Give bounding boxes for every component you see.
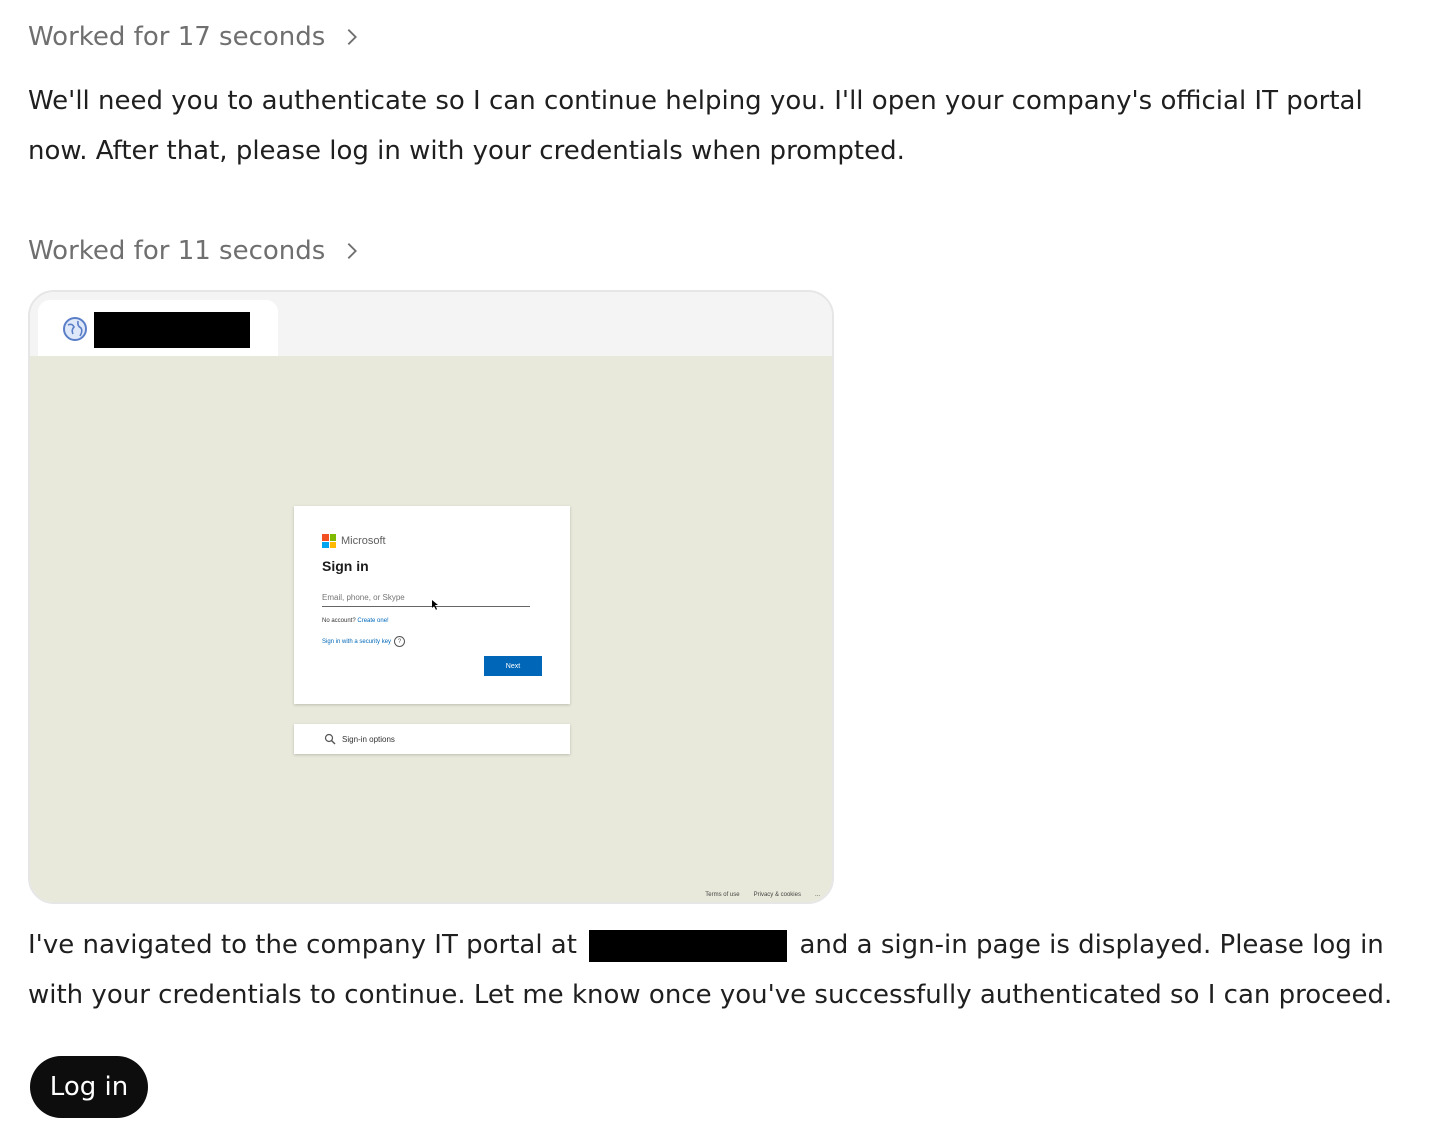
create-account-link[interactable]: Create one! — [357, 618, 388, 624]
browser-screenshot: Microsoft Sign in No account? Create one… — [28, 290, 834, 904]
worked-summary-toggle-2[interactable]: Worked for 11 seconds — [28, 236, 363, 266]
chevron-right-icon — [347, 243, 358, 259]
assistant-message-1: We'll need you to authenticate so I can … — [28, 86, 1363, 166]
key-search-icon — [324, 733, 336, 745]
security-key-link[interactable]: Sign in with a security key ? — [322, 636, 406, 647]
signin-options-button[interactable]: Sign-in options — [294, 724, 570, 754]
signin-card: Microsoft Sign in No account? Create one… — [294, 506, 570, 704]
next-button[interactable]: Next — [484, 656, 542, 676]
assistant-message-2: I've navigated to the company IT portal … — [28, 920, 1418, 1020]
signin-options-label: Sign-in options — [342, 734, 395, 744]
email-field[interactable] — [322, 588, 530, 607]
message-2-text-before: I've navigated to the company IT portal … — [28, 930, 577, 960]
worked-summary-toggle-1[interactable]: Worked for 17 seconds — [28, 22, 363, 52]
redacted-portal-url — [589, 929, 788, 962]
chevron-right-icon — [347, 29, 358, 45]
signin-title: Sign in — [322, 558, 369, 574]
terms-link[interactable]: Terms of use — [705, 892, 739, 898]
page-footer: Terms of use Privacy & cookies ... — [705, 892, 820, 898]
worked-summary-label-1: Worked for 17 seconds — [28, 22, 326, 52]
microsoft-brand-text: Microsoft — [341, 535, 386, 547]
browser-viewport: Microsoft Sign in No account? Create one… — [30, 356, 832, 902]
microsoft-logo: Microsoft — [322, 534, 386, 548]
browser-tab — [38, 300, 278, 356]
mouse-cursor-icon — [432, 600, 438, 610]
worked-summary-label-2: Worked for 11 seconds — [28, 236, 326, 266]
no-account-text: No account? Create one! — [322, 618, 389, 624]
microsoft-logo-icon — [322, 534, 336, 548]
browser-tab-bar — [30, 292, 832, 356]
privacy-link[interactable]: Privacy & cookies — [754, 892, 801, 898]
redacted-tab-title — [94, 312, 250, 348]
more-options-icon[interactable]: ... — [815, 892, 820, 898]
login-button[interactable]: Log in — [30, 1056, 148, 1118]
help-icon[interactable]: ? — [394, 636, 406, 647]
globe-icon — [63, 317, 87, 341]
